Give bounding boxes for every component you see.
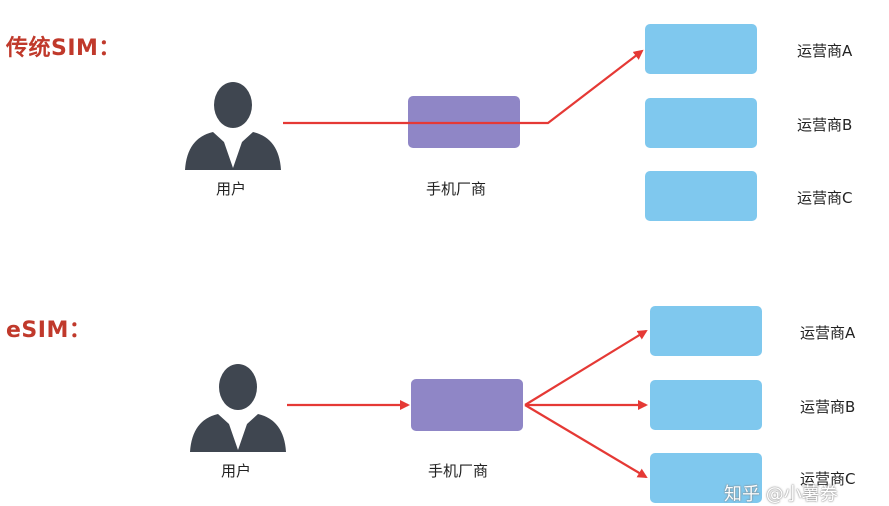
- watermark: 知乎 @小薯券: [724, 484, 838, 505]
- arrow-esim-vendor-to-carrier-a: [524, 329, 648, 406]
- diagram-stage: 传统SIM： 用户 手机厂商 运营商A 运营商B 运营商C eSIM： 用户 手…: [0, 0, 889, 505]
- arrow-traditional-user-to-carrier-a: [283, 49, 644, 125]
- arrow-esim-vendor-to-carrier-c: [524, 404, 648, 479]
- arrows-layer: [283, 49, 648, 479]
